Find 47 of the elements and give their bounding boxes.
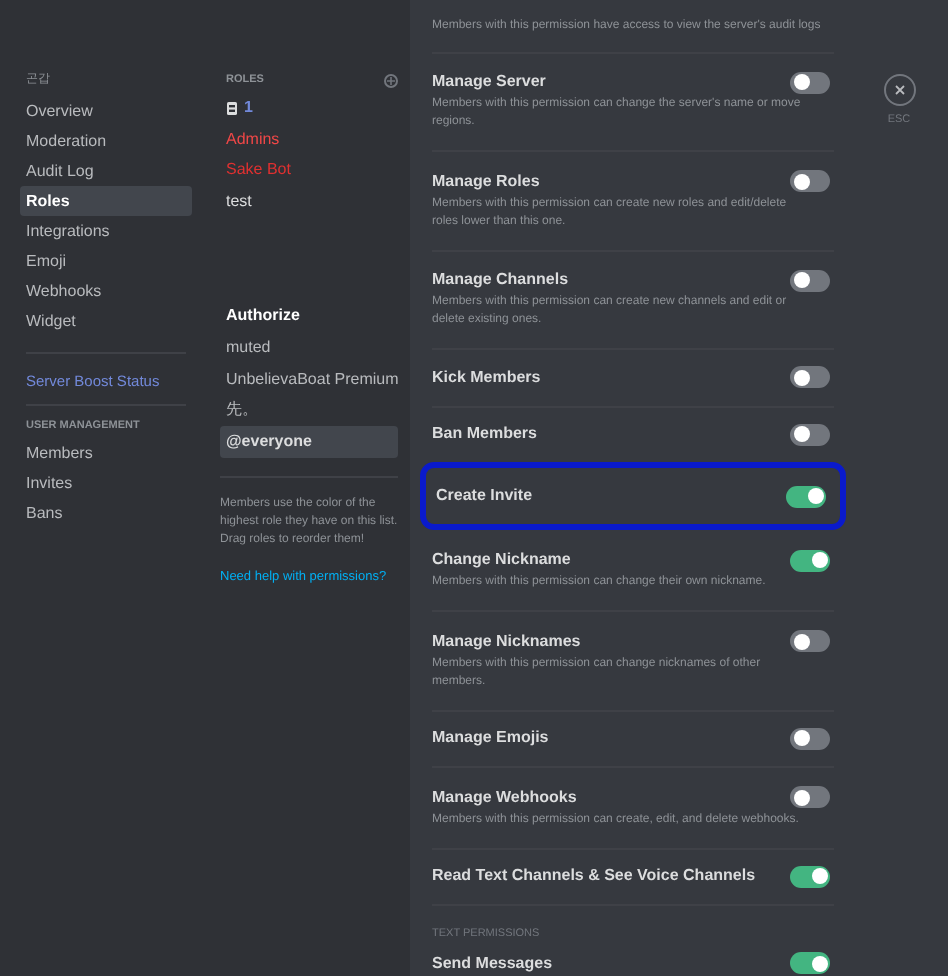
role-item[interactable]: Authorize [220,301,398,333]
sidebar-item[interactable]: Overview [20,96,192,126]
permission-title: Manage Emojis [432,726,549,751]
role-item[interactable]: test [220,186,398,218]
toggle-switch[interactable] [790,71,830,94]
toggle-switch[interactable] [790,549,830,572]
toggle-switch[interactable] [790,727,830,750]
sidebar-item[interactable]: Emoji [20,246,192,276]
role-item[interactable]: Admins [220,123,398,155]
toggle-switch[interactable] [790,366,830,389]
bot-icon [226,100,238,117]
sidebar-item[interactable]: Moderation [20,126,192,156]
toggle-switch[interactable] [786,485,826,508]
sidebar-item[interactable]: Roles [20,186,192,216]
sidebar-item[interactable]: Members [20,439,192,469]
sidebar-item[interactable]: Widget [20,306,192,336]
toggle-switch[interactable] [790,423,830,446]
close-icon[interactable] [883,74,915,106]
permission-title: Manage Roles [432,169,540,194]
toggle-switch[interactable] [790,865,830,888]
role-item[interactable]: muted [220,332,398,364]
role-item[interactable]: 先。 [220,394,398,426]
permission-title: Create Invite [436,484,533,509]
permission-title: Kick Members [432,365,541,390]
add-icon[interactable] [384,73,398,88]
permission-title: Change Nickname [432,548,571,573]
sidebar-item[interactable]: Bans [20,499,192,529]
permission-title: Read Text Channels & See Voice Channels [432,864,756,889]
toggle-switch[interactable] [790,630,830,653]
role-name: 1 [244,98,253,119]
role-item[interactable]: UnbelievaBoat Premium [220,363,398,395]
role-item[interactable]: 1 [220,92,398,124]
permission-title: Manage Server [432,70,546,95]
role-item[interactable]: @everyone [220,426,398,458]
sidebar-item[interactable]: Integrations [20,216,192,246]
sidebar-item[interactable]: Audit Log [20,156,192,186]
sidebar-item[interactable]: Invites [20,469,192,499]
permission-title: Manage Channels [432,268,569,293]
sidebar-item[interactable]: Webhooks [20,276,192,306]
permission-title: Ban Members [432,422,537,447]
toggle-switch[interactable] [790,786,830,809]
toggle-switch[interactable] [790,269,830,292]
toggle-switch[interactable] [790,952,830,975]
toggle-switch[interactable] [790,170,830,193]
permission-title: Manage Webhooks [432,785,577,810]
permission-title: Send Messages [432,951,553,976]
permission-title: Manage Nicknames [432,629,581,654]
